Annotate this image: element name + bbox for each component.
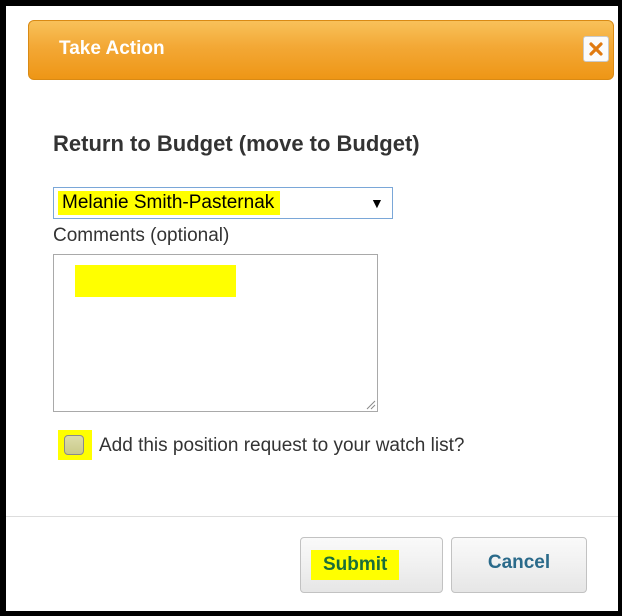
dialog-title-bar[interactable]: Take Action: [28, 20, 614, 80]
resize-handle-icon[interactable]: [364, 398, 376, 410]
submit-button-label: Submit: [311, 550, 400, 580]
close-icon: [589, 42, 603, 56]
cancel-button[interactable]: Cancel: [451, 537, 587, 593]
comments-textarea[interactable]: [53, 254, 378, 412]
close-button[interactable]: [583, 36, 609, 62]
take-action-dialog: Take Action Return to Budget (move to Bu…: [6, 6, 618, 611]
footer-divider: [6, 516, 618, 517]
dropdown-arrow-icon: ▼: [370, 195, 384, 211]
watch-list-label: Add this position request to your watch …: [99, 435, 465, 456]
assignee-select[interactable]: Melanie Smith-Pasternak ▼: [53, 187, 393, 219]
highlight-mark: [75, 265, 236, 297]
action-heading: Return to Budget (move to Budget): [53, 131, 420, 156]
comments-label: Comments (optional): [53, 225, 230, 246]
cancel-button-label: Cancel: [487, 552, 551, 573]
assignee-select-value: Melanie Smith-Pasternak: [58, 191, 281, 215]
submit-button[interactable]: Submit: [300, 537, 443, 593]
dialog-title: Take Action: [59, 38, 165, 59]
